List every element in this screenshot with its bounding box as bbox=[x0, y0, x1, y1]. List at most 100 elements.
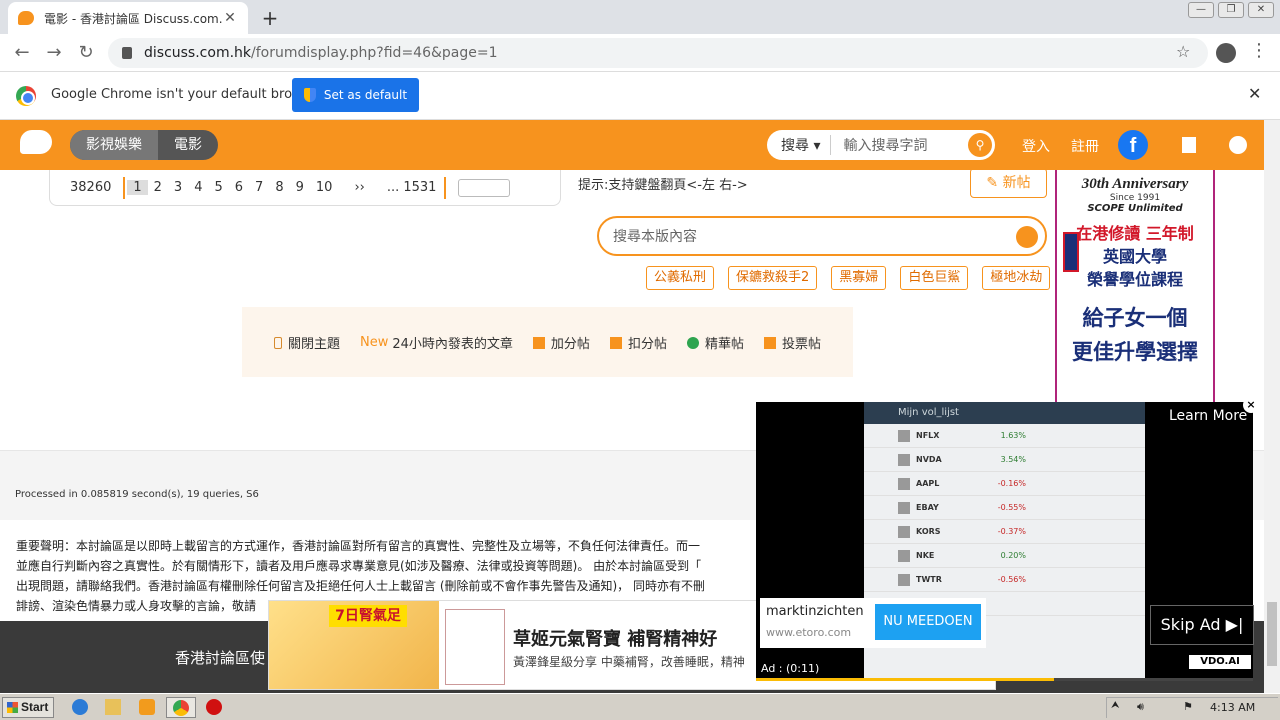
thumb-up-icon bbox=[532, 336, 545, 349]
stock-row: NKE 0.20% bbox=[864, 544, 1145, 568]
site-search: 搜尋 ▾ 輸入搜尋字詞 ⚲ bbox=[767, 130, 995, 160]
breadcrumb-nav: 影視娛樂 電影 bbox=[70, 130, 218, 160]
ad-progress-bar bbox=[756, 678, 1253, 681]
ad-timer: Ad : (0:11) bbox=[761, 662, 820, 675]
bookmark-icon[interactable] bbox=[1182, 137, 1196, 153]
minimize-button[interactable]: — bbox=[1188, 2, 1214, 18]
register-link[interactable]: 註冊 bbox=[1071, 136, 1099, 156]
shield-icon bbox=[303, 88, 316, 102]
page-link[interactable]: 8 bbox=[269, 180, 289, 195]
page-link[interactable]: 10 bbox=[310, 180, 339, 195]
scrollbar-thumb[interactable] bbox=[1267, 602, 1277, 666]
ad-anniversary: 30th Anniversary bbox=[1081, 176, 1189, 192]
stock-ticker: TWTR bbox=[916, 575, 942, 584]
ad-badge: 7日腎氣足 bbox=[329, 605, 407, 627]
system-tray: ⮝ 🔊︎ ⚑ 4:13 AM bbox=[1106, 697, 1278, 718]
new-tab-button[interactable]: + bbox=[258, 6, 282, 30]
page-link-current[interactable]: 1 bbox=[127, 180, 148, 195]
tray-expand-icon[interactable]: ⮝ bbox=[1111, 700, 1127, 716]
page-scrollbar[interactable] bbox=[1264, 120, 1280, 693]
thread-filter-bar: 關閉主題 New 24小時內發表的文章 加分帖 扣分帖 精華帖 投票帖 bbox=[242, 307, 853, 377]
stock-change: -0.16% bbox=[997, 479, 1026, 488]
uk-flag-icon bbox=[1063, 232, 1079, 272]
taskbar-chrome-button[interactable] bbox=[166, 697, 196, 718]
ad-cta-card[interactable]: marktinzichten www.etoro.com NU MEEDOEN bbox=[760, 598, 986, 648]
ie-icon[interactable] bbox=[72, 699, 88, 715]
next-page-link[interactable]: ›› bbox=[348, 180, 370, 195]
filter-closed[interactable]: 關閉主題 bbox=[274, 333, 340, 352]
media-player-icon[interactable] bbox=[139, 699, 155, 715]
nav-entertainment[interactable]: 影視娛樂 bbox=[70, 130, 158, 160]
last-page-link[interactable]: ... 1531 bbox=[381, 180, 443, 195]
filter-digest[interactable]: 精華帖 bbox=[686, 333, 744, 352]
ad-cta-button[interactable]: NU MEEDOEN bbox=[875, 604, 981, 640]
page-link[interactable]: 2 bbox=[148, 180, 168, 195]
stock-change: 0.20% bbox=[1000, 551, 1026, 560]
url-path: /forumdisplay.php?fid=46&page=1 bbox=[251, 45, 498, 61]
browser-tab[interactable]: 電影 - 香港討論區 Discuss.com.hk - ✕ bbox=[8, 2, 248, 34]
chrome-menu-icon[interactable]: ⋮ bbox=[1250, 40, 1268, 61]
ad-line-study: 在港修讀 三年制 bbox=[1076, 224, 1194, 243]
tag-link[interactable]: 保鑣救殺手2 bbox=[728, 266, 818, 290]
page-link[interactable]: 3 bbox=[168, 180, 188, 195]
history-clock-icon[interactable] bbox=[1229, 136, 1247, 154]
tag-link[interactable]: 黑寡婦 bbox=[831, 266, 887, 290]
page-link[interactable]: 9 bbox=[290, 180, 310, 195]
close-ad-icon[interactable]: × bbox=[1243, 397, 1259, 413]
site-logo-icon[interactable] bbox=[20, 130, 52, 154]
page-link[interactable]: 5 bbox=[208, 180, 228, 195]
close-window-button[interactable]: ✕ bbox=[1248, 2, 1274, 18]
sidebar-ad[interactable]: 30th Anniversary Since 1991 SCOPE Unlimi… bbox=[1055, 170, 1215, 402]
tag-link[interactable]: 極地冰劫 bbox=[982, 266, 1051, 290]
bookmark-star-icon[interactable]: ☆ bbox=[1176, 42, 1190, 61]
close-infobar-icon[interactable]: ✕ bbox=[1248, 84, 1261, 103]
lock-icon bbox=[274, 336, 282, 349]
set-default-button[interactable]: Set as default bbox=[292, 78, 419, 112]
filter-minus[interactable]: 扣分帖 bbox=[609, 333, 667, 352]
forum-search-input[interactable]: 搜尋本版內容 bbox=[597, 216, 1047, 256]
filter-plus[interactable]: 加分帖 bbox=[532, 333, 590, 352]
url-host: discuss.com.hk bbox=[144, 45, 252, 61]
skip-ad-button[interactable]: Skip Ad ▶| bbox=[1150, 605, 1254, 645]
forum-search-icon[interactable] bbox=[1016, 226, 1038, 248]
url-field[interactable]: discuss.com.hk/forumdisplay.php?fid=46&p… bbox=[108, 38, 1208, 68]
tag-link[interactable]: 公義私刑 bbox=[646, 266, 715, 290]
login-link[interactable]: 登入 bbox=[1022, 136, 1050, 156]
back-icon[interactable]: ← bbox=[10, 42, 34, 64]
search-type-select[interactable]: 搜尋 ▾ bbox=[767, 135, 832, 155]
nav-movies[interactable]: 電影 bbox=[158, 130, 218, 160]
ad-brand-name: marktinzichten bbox=[766, 604, 864, 619]
close-tab-icon[interactable]: ✕ bbox=[222, 10, 238, 26]
start-button[interactable]: Start bbox=[2, 697, 54, 718]
restore-button[interactable]: ❐ bbox=[1218, 2, 1244, 18]
page-link[interactable]: 6 bbox=[229, 180, 249, 195]
facebook-icon[interactable]: f bbox=[1118, 130, 1148, 160]
disclaimer-line: 重要聲明：本討論區是以即時上載留言的方式運作，香港討論區對所有留言的真實性、完整… bbox=[16, 539, 701, 553]
page-jump-input[interactable] bbox=[458, 178, 511, 197]
reload-icon[interactable]: ↻ bbox=[74, 42, 98, 64]
flag-icon[interactable]: ⚑ bbox=[1183, 700, 1199, 716]
filter-poll[interactable]: 投票帖 bbox=[763, 333, 821, 352]
ad-photo: 7日腎氣足 bbox=[269, 601, 439, 689]
stock-ticker: NFLX bbox=[916, 431, 940, 440]
search-icon[interactable]: ⚲ bbox=[968, 133, 992, 157]
site-search-input[interactable]: 輸入搜尋字詞 bbox=[831, 135, 968, 155]
footer-dark-text: 香港討論區使 bbox=[175, 649, 266, 667]
volume-icon[interactable]: 🔊︎ bbox=[1137, 700, 1153, 716]
tag-link[interactable]: 白色巨鯊 bbox=[900, 266, 969, 290]
new-post-button[interactable]: ✎ 新帖 bbox=[970, 168, 1047, 198]
explorer-folder-icon[interactable] bbox=[105, 699, 121, 715]
filter-recent[interactable]: 24小時內發表的文章 bbox=[392, 333, 513, 352]
profile-avatar[interactable] bbox=[1216, 43, 1236, 63]
stock-ticker: KORS bbox=[916, 527, 941, 536]
page-link[interactable]: 4 bbox=[188, 180, 208, 195]
ad-line-degree: 榮譽學位課程 bbox=[1086, 270, 1183, 289]
stock-logo-icon bbox=[898, 573, 910, 586]
learn-more-link[interactable]: Learn More bbox=[1169, 408, 1247, 424]
hot-tags: 公義私刑 保鑣救殺手2 黑寡婦 白色巨鯊 極地冰劫 bbox=[646, 266, 1051, 290]
forward-icon[interactable]: → bbox=[42, 42, 66, 64]
stock-change: -0.37% bbox=[997, 527, 1026, 536]
stock-change: 1.63% bbox=[1000, 431, 1026, 440]
stop-icon[interactable] bbox=[206, 699, 222, 715]
page-link[interactable]: 7 bbox=[249, 180, 269, 195]
